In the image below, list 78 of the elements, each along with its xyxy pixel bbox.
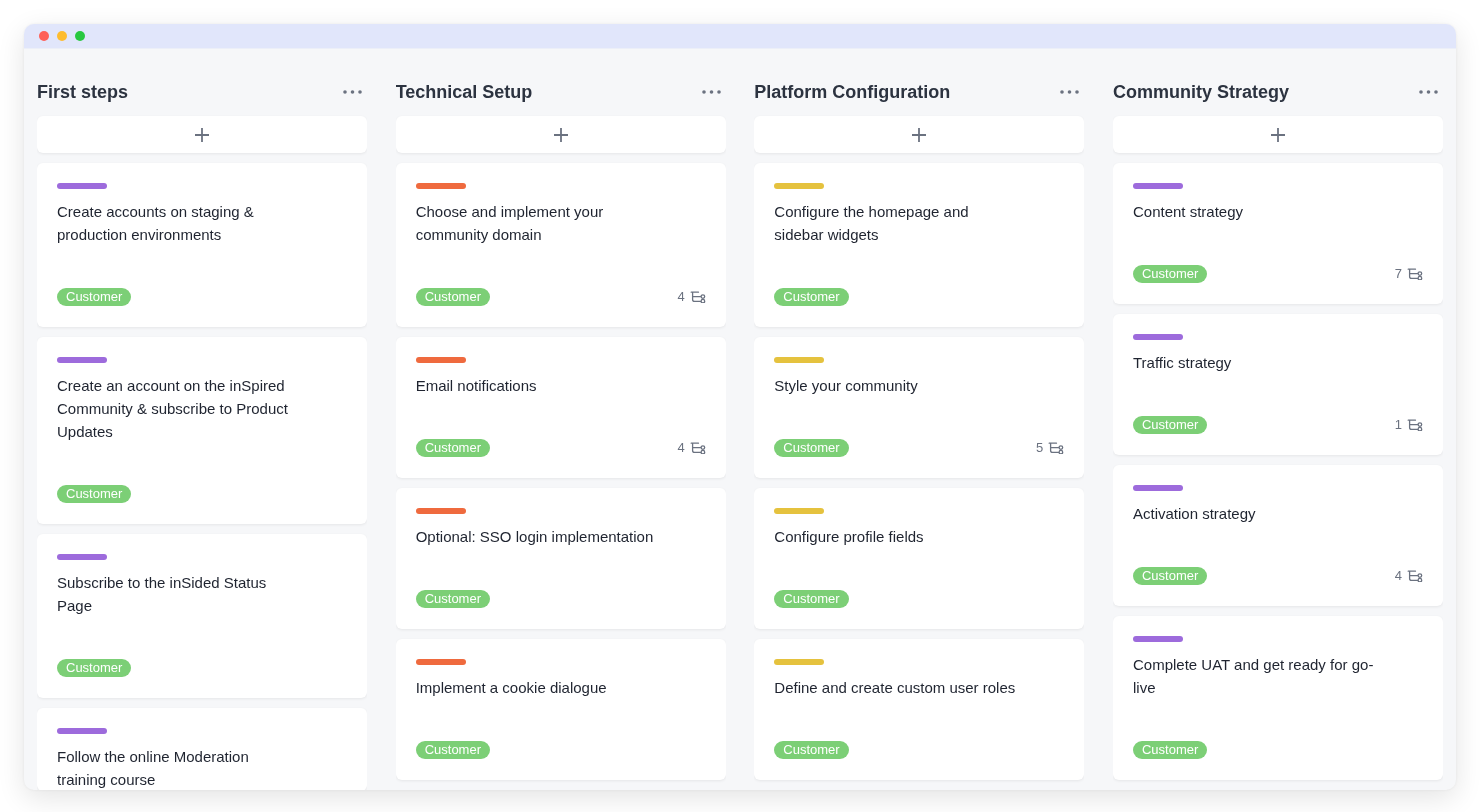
plus-icon — [1270, 127, 1285, 142]
task-card[interactable]: Email notifications Customer 4 — [395, 337, 726, 478]
more-icon — [343, 90, 362, 94]
card-tag: Customer — [774, 741, 849, 759]
task-card[interactable]: Style your community Customer 5 — [754, 337, 1085, 478]
subtask-count: 4 — [677, 288, 685, 306]
task-card[interactable]: Complete UAT and get ready for go- live Customer — [1112, 616, 1443, 780]
task-card[interactable]: Optional: SSO login implementation Customer — [395, 488, 726, 629]
card-title: Optional: SSO login implementation — [415, 527, 655, 547]
subtask-count: 4 — [1394, 567, 1402, 585]
hierarchy-icon — [1048, 442, 1065, 454]
add-card-button[interactable] — [395, 116, 726, 153]
card-tag: Customer — [57, 659, 132, 677]
card-tag: Customer — [415, 439, 490, 457]
plus-icon — [912, 127, 927, 142]
card-title: Define and create custom user roles — [774, 678, 1017, 698]
hierarchy-icon — [1406, 419, 1423, 431]
more-icon — [1418, 90, 1438, 94]
task-card[interactable]: Create accounts on staging & production environments Customer — [37, 163, 367, 327]
card-tag: Customer — [774, 439, 849, 457]
subtask-count: 1 — [1394, 416, 1402, 434]
subtask-count: 4 — [677, 439, 685, 457]
card-title: Content strategy — [1132, 202, 1245, 222]
task-card[interactable]: Subscribe to the inSided Status Page Customer — [37, 534, 367, 698]
card-tag: Customer — [415, 288, 490, 306]
task-card[interactable]: Configure the homepage and sidebar widgets Customer — [754, 163, 1085, 327]
close-icon[interactable] — [39, 31, 49, 41]
card-title: Configure the homepage and sidebar widgets — [774, 202, 970, 245]
card-tag: Customer — [415, 741, 490, 759]
subtask-count: 7 — [1394, 265, 1402, 283]
hierarchy-icon — [1406, 570, 1423, 582]
task-card[interactable]: Define and create custom user roles Customer — [754, 639, 1085, 780]
card-title: Create accounts on staging & production environments — [57, 202, 255, 245]
minimize-icon[interactable] — [57, 31, 67, 41]
card-title: Subscribe to the inSided Status Page — [57, 573, 268, 616]
hierarchy-icon — [689, 291, 706, 303]
card-tag: Customer — [774, 590, 849, 608]
maximize-icon[interactable] — [75, 31, 85, 41]
column-title: Community Strategy — [1112, 81, 1289, 104]
card-title: Follow the online Moderation training course — [57, 747, 250, 790]
card-title: Email notifications — [415, 376, 538, 396]
column-title: Technical Setup — [395, 81, 533, 104]
card-tag: Customer — [774, 288, 849, 306]
card-title: Traffic strategy — [1132, 353, 1233, 373]
add-card-button[interactable] — [37, 116, 367, 153]
card-title: Implement a cookie dialogue — [415, 678, 608, 698]
card-title: Configure profile fields — [774, 527, 925, 547]
task-card[interactable]: Choose and implement your community domain Customer 4 — [395, 163, 726, 327]
card-tag: Customer — [1132, 416, 1208, 434]
task-card[interactable]: Content strategy Customer 7 — [1112, 163, 1443, 304]
card-tag: Customer — [57, 288, 132, 306]
add-card-button[interactable] — [1112, 116, 1443, 153]
task-card[interactable]: Configure profile fields Customer — [754, 488, 1085, 629]
plus-icon — [195, 127, 209, 142]
card-title: Complete UAT and get ready for go- live — [1132, 655, 1375, 698]
task-card[interactable]: Activation strategy Customer 4 — [1112, 465, 1443, 606]
card-title: Choose and implement your community domain — [415, 202, 605, 245]
hierarchy-icon — [689, 442, 706, 454]
card-title: Style your community — [774, 376, 919, 396]
task-card[interactable]: Follow the online Moderation training course — [37, 708, 367, 790]
task-card[interactable]: Traffic strategy Customer 1 — [1112, 314, 1443, 455]
card-tag: Customer — [1132, 567, 1208, 585]
card-title: Create an account on the inSpired Community & subscribe to Product Updates — [57, 376, 289, 442]
plus-icon — [553, 127, 568, 142]
hierarchy-icon — [1406, 268, 1423, 280]
column-title: Platform Configuration — [754, 81, 951, 104]
card-title: Activation strategy — [1132, 504, 1257, 524]
card-tag: Customer — [1132, 265, 1208, 283]
card-tag: Customer — [57, 485, 132, 503]
add-card-button[interactable] — [754, 116, 1085, 153]
more-icon — [701, 90, 721, 94]
more-icon — [1060, 90, 1080, 94]
column-title: First steps — [37, 81, 129, 104]
card-tag: Customer — [415, 590, 490, 608]
task-card[interactable]: Implement a cookie dialogue Customer — [395, 639, 726, 780]
subtask-count: 5 — [1036, 439, 1044, 457]
card-tag: Customer — [1132, 741, 1208, 759]
task-card[interactable]: Create an account on the inSpired Community & subscribe to Product Updates Customer — [37, 337, 367, 524]
